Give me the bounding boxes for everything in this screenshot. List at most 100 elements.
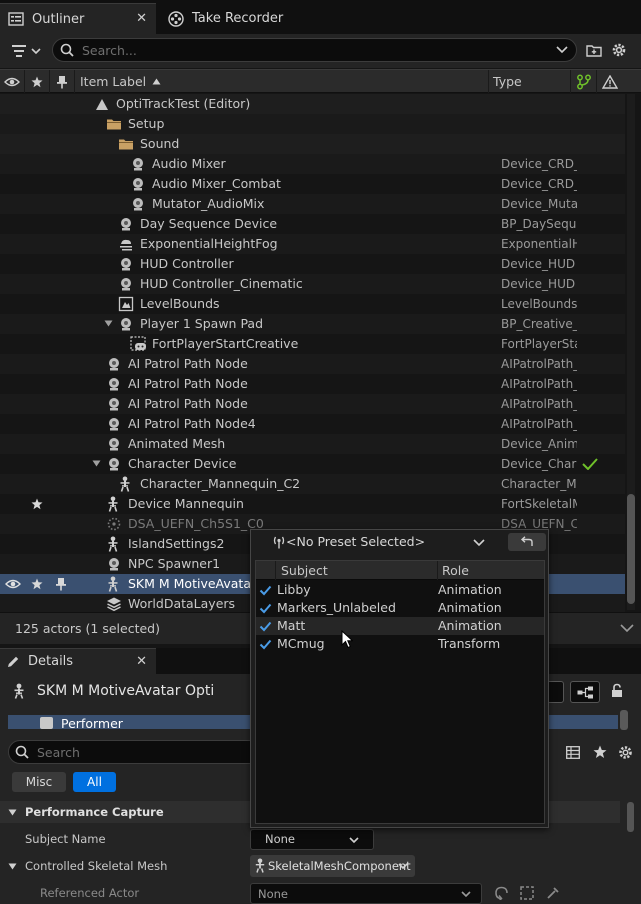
filter-misc-button[interactable]: Misc: [12, 772, 66, 792]
role-column-header[interactable]: Role: [442, 563, 469, 578]
pin-icon: [56, 75, 68, 89]
subject-row[interactable]: Matt Animation: [256, 617, 544, 635]
outliner-row[interactable]: Sound: [0, 134, 625, 154]
skeletal-mesh-component-dropdown[interactable]: SkeletalMeshComponent: [250, 855, 415, 877]
tab-take-recorder[interactable]: Take Recorder: [160, 3, 320, 34]
expand-arrow-icon[interactable]: [92, 460, 101, 468]
outliner-tab-bar: Outliner ✕ Take Recorder: [0, 0, 641, 34]
subject-enabled-checkbox[interactable]: [259, 638, 272, 651]
outliner-row[interactable]: Audio Mixer_Combat Device_CRD_: [0, 174, 625, 194]
subject-row[interactable]: MCmug Transform: [256, 635, 544, 653]
outliner-row[interactable]: Mutator_AudioMix Device_Muta: [0, 194, 625, 214]
row-favorite-star-icon[interactable]: [31, 498, 47, 514]
revert-button[interactable]: [508, 533, 546, 551]
subject-enabled-checkbox[interactable]: [259, 602, 272, 615]
outliner-row[interactable]: HUD Controller_Cinematic Device_HUD: [0, 274, 625, 294]
subject-name-dropdown[interactable]: None: [250, 829, 374, 850]
outliner-row[interactable]: ExponentialHeightFog ExponentialH: [0, 234, 625, 254]
preset-label: <No Preset Selected>: [286, 534, 426, 549]
outliner-scrollbar-thumb[interactable]: [627, 494, 635, 604]
outliner-row[interactable]: LevelBounds LevelBounds: [0, 294, 625, 314]
row-label: FortPlayerStartCreative: [152, 336, 299, 351]
item-label-column[interactable]: Item Label: [75, 70, 489, 93]
pick-actor-icon[interactable]: [520, 886, 534, 900]
table-view-icon[interactable]: [566, 746, 580, 759]
hierarchy-icon: [577, 686, 594, 699]
layers-icon: [106, 596, 122, 612]
section-controlled-skeletal-mesh[interactable]: Controlled Skeletal Mesh SkeletalMeshCom…: [0, 854, 620, 878]
details-scrollbar-thumb[interactable]: [627, 802, 634, 832]
component-performer-label: Performer: [61, 716, 123, 730]
source-control-column[interactable]: [571, 70, 597, 93]
outliner-row[interactable]: FortPlayerStartCreative FortPlayerSta: [0, 334, 625, 354]
row-label: AI Patrol Path Node: [128, 396, 248, 411]
tab-outliner[interactable]: Outliner ✕: [0, 3, 156, 34]
close-icon[interactable]: ✕: [136, 11, 147, 26]
subject-role: Animation: [438, 582, 502, 597]
outliner-row[interactable]: HUD Controller Device_HUD: [0, 254, 625, 274]
referenced-actor-row: Referenced Actor None: [0, 881, 620, 904]
outliner-row[interactable]: Audio Mixer Device_CRD_: [0, 154, 625, 174]
subject-name-row: Subject Name None: [0, 826, 620, 852]
row-favorite-star-icon[interactable]: [31, 578, 47, 594]
preset-combo[interactable]: <No Preset Selected>: [255, 533, 495, 551]
subject-row[interactable]: Markers_Unlabeled Animation: [256, 599, 544, 617]
visibility-column[interactable]: [0, 70, 25, 93]
favorite-column[interactable]: [25, 70, 50, 93]
row-label: Player 1 Spawn Pad: [140, 316, 264, 331]
mesh-dropdown-chevron-icon: [398, 863, 408, 870]
eyedropper-icon[interactable]: [546, 886, 560, 900]
pin-column[interactable]: [50, 70, 75, 93]
outliner-row[interactable]: AI Patrol Path Node4 AIPatrolPath_: [0, 414, 625, 434]
chevron-down-icon[interactable]: [556, 46, 568, 54]
row-visibility-eye-icon[interactable]: [5, 578, 21, 594]
subject-column-header[interactable]: Subject: [281, 563, 328, 578]
livelink-subject-popup: <No Preset Selected> Subject Role Libby A…: [250, 529, 549, 828]
outliner-row[interactable]: Day Sequence Device BP_DaySeque: [0, 214, 625, 234]
eye-icon: [4, 76, 20, 88]
expand-arrow-icon[interactable]: [104, 320, 113, 328]
filter-icon[interactable]: [12, 43, 42, 59]
details-settings-gear-icon[interactable]: [618, 745, 633, 760]
filter-all-button[interactable]: All: [73, 772, 116, 792]
outliner-row[interactable]: Device Mannequin FortSkeletalM: [0, 494, 625, 514]
outliner-row[interactable]: Character Device Device_Chara: [0, 454, 625, 474]
component-tree-scrollbar[interactable]: [620, 710, 628, 730]
row-label: HUD Controller: [140, 256, 234, 271]
row-type: Device_CRD_: [501, 157, 577, 171]
browse-arrow-icon[interactable]: [494, 886, 509, 900]
row-label: IslandSettings2: [128, 536, 225, 551]
subject-enabled-checkbox[interactable]: [259, 620, 272, 633]
gear-icon[interactable]: [611, 42, 627, 58]
outliner-row[interactable]: AI Patrol Path Node AIPatrolPath_: [0, 354, 625, 374]
device-icon: [130, 156, 146, 172]
outliner-row[interactable]: AI Patrol Path Node AIPatrolPath_: [0, 374, 625, 394]
add-folder-icon[interactable]: [586, 42, 602, 58]
row-label: AI Patrol Path Node: [128, 356, 248, 371]
outliner-row[interactable]: Setup: [0, 114, 625, 134]
tab-details[interactable]: Details ✕: [0, 648, 156, 674]
outliner-row[interactable]: OptiTrackTest (Editor): [0, 94, 625, 114]
warning-column[interactable]: [597, 70, 623, 93]
outliner-row[interactable]: Character_Mannequin_C2 Character_M: [0, 474, 625, 494]
referenced-actor-dropdown[interactable]: None: [250, 883, 482, 904]
subject-enabled-checkbox[interactable]: [259, 584, 272, 597]
row-pin-icon[interactable]: [55, 577, 71, 593]
type-column[interactable]: Type: [489, 70, 571, 93]
outliner-row[interactable]: Animated Mesh Device_Anim: [0, 434, 625, 454]
outliner-search-input[interactable]: Search...: [52, 38, 577, 62]
favorites-star-icon[interactable]: [593, 745, 607, 759]
actor-count-text: 125 actors (1 selected): [15, 621, 160, 636]
details-object-name: SKM M MotiveAvatar Opti: [37, 683, 215, 699]
row-type: AIPatrolPath_: [501, 397, 577, 411]
subject-row[interactable]: Libby Animation: [256, 581, 544, 599]
details-close-icon[interactable]: ✕: [136, 654, 147, 669]
skeletal-mesh-component-value: SkeletalMeshComponent: [268, 859, 411, 873]
lock-icon[interactable]: [610, 683, 624, 698]
view-options-icon[interactable]: [620, 622, 634, 636]
subject-list-header: Subject Role: [256, 561, 544, 580]
blueprint-button[interactable]: [570, 681, 600, 703]
enabled-column-header[interactable]: [256, 561, 276, 580]
outliner-row[interactable]: AI Patrol Path Node AIPatrolPath_: [0, 394, 625, 414]
outliner-row[interactable]: Player 1 Spawn Pad BP_Creative_: [0, 314, 625, 334]
